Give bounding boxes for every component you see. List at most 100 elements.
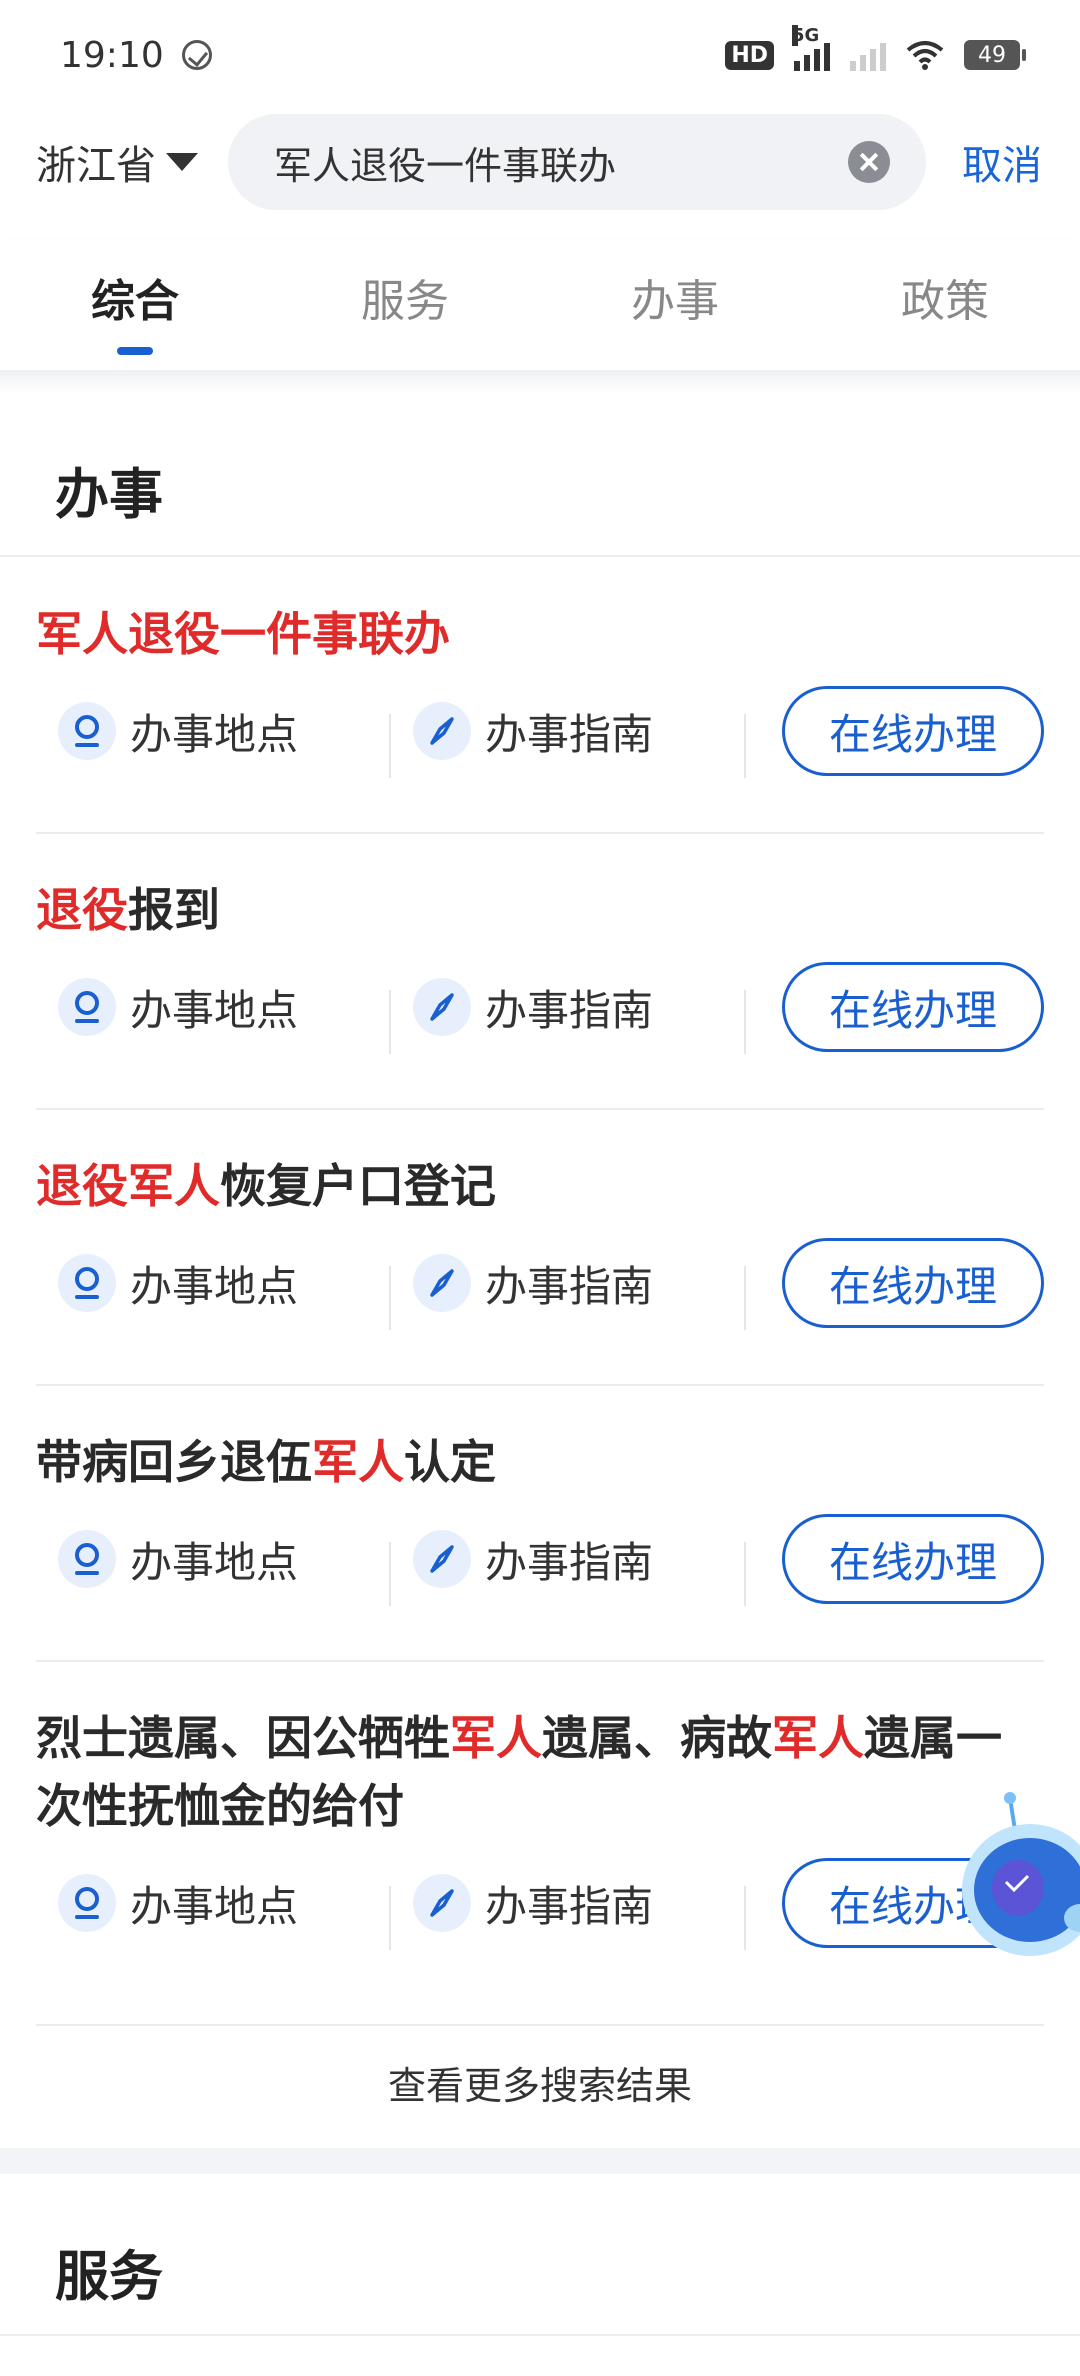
item-divider bbox=[36, 1660, 1044, 1662]
cancel-button[interactable]: 取消 bbox=[962, 133, 1042, 191]
location-link[interactable]: 办事地点 bbox=[36, 701, 391, 778]
location-pin-icon bbox=[58, 978, 116, 1036]
title-text: 遗属、病故 bbox=[542, 1711, 772, 1765]
location-label: 办事地点 bbox=[130, 1881, 299, 1931]
location-link[interactable]: 办事地点 bbox=[36, 1873, 391, 1950]
online-apply-button[interactable]: 在线办理 bbox=[782, 686, 1044, 776]
location-pin-icon bbox=[58, 1874, 116, 1932]
battery-icon: 49 bbox=[964, 40, 1026, 70]
signal-weak-icon bbox=[850, 39, 886, 71]
location-label: 办事地点 bbox=[130, 985, 299, 1035]
guide-label: 办事指南 bbox=[485, 985, 654, 1035]
location-pin-icon bbox=[58, 1530, 116, 1588]
section-divider bbox=[0, 555, 1080, 557]
title-keyword-highlight: 军人 bbox=[450, 1711, 542, 1765]
item-title[interactable]: 军人退役一件事联办 bbox=[36, 600, 1044, 668]
online-apply-button[interactable]: 在线办理 bbox=[782, 962, 1044, 1052]
section-gap bbox=[0, 2148, 1080, 2174]
action-divider bbox=[744, 1885, 746, 1950]
section-title-affairs: 办事 bbox=[55, 463, 163, 526]
assistant-robot-icon[interactable] bbox=[960, 1790, 1080, 1965]
location-label: 办事地点 bbox=[130, 709, 299, 759]
compass-icon bbox=[413, 978, 471, 1036]
caret-down-icon bbox=[166, 153, 198, 171]
item-title[interactable]: 退役军人恢复户口登记 bbox=[36, 1152, 1044, 1220]
action-divider bbox=[744, 713, 746, 778]
guide-label: 办事指南 bbox=[485, 1881, 654, 1931]
title-text: 报到 bbox=[128, 883, 220, 937]
guide-link[interactable]: 办事指南 bbox=[391, 977, 746, 1054]
list-item[interactable]: 带病回乡退伍军人认定 办事地点 办事指南 在线办理 bbox=[36, 1428, 1044, 1606]
hd-icon: HD bbox=[725, 40, 774, 70]
location-label: 办事地点 bbox=[130, 1261, 299, 1311]
compass-icon bbox=[413, 1254, 471, 1312]
online-apply-button[interactable]: 在线办理 bbox=[782, 1238, 1044, 1328]
title-text: 恢复户口登记 bbox=[220, 1159, 496, 1213]
guide-link[interactable]: 办事指南 bbox=[391, 1873, 746, 1950]
title-keyword-highlight: 军人 bbox=[312, 1435, 404, 1489]
tab-service[interactable]: 服务 bbox=[361, 255, 449, 355]
item-divider bbox=[36, 2024, 1044, 2026]
item-actions: 办事地点 办事指南 在线办理 bbox=[36, 1238, 1044, 1330]
guide-link[interactable]: 办事指南 bbox=[391, 1253, 746, 1330]
location-link[interactable]: 办事地点 bbox=[36, 1529, 391, 1606]
guide-label: 办事指南 bbox=[485, 709, 654, 759]
network-label: 5G bbox=[792, 25, 820, 46]
wifi-icon bbox=[906, 41, 944, 70]
province-label: 浙江省 bbox=[36, 143, 156, 189]
list-item[interactable]: 烈士遗属、因公牺牲军人遗属、病故军人遗属一次性抚恤金的给付 办事地点 办事指南 … bbox=[36, 1704, 1046, 1950]
location-label: 办事地点 bbox=[130, 1537, 299, 1587]
title-text: 烈士遗属、因公牺牲 bbox=[36, 1711, 450, 1765]
status-time: 19:10 bbox=[60, 34, 164, 76]
guide-label: 办事指南 bbox=[485, 1537, 654, 1587]
compass-icon bbox=[413, 1530, 471, 1588]
tab-bar: 综合 服务 办事 政策 bbox=[0, 240, 1080, 370]
action-divider bbox=[744, 1265, 746, 1330]
action-divider bbox=[744, 989, 746, 1054]
title-keyword-highlight: 退役 bbox=[36, 883, 128, 937]
compass-icon bbox=[413, 702, 471, 760]
title-keyword-highlight: 退役军人 bbox=[36, 1159, 220, 1213]
section-divider bbox=[0, 2334, 1080, 2336]
list-item[interactable]: 军人退役一件事联办 办事地点 办事指南 在线办理 bbox=[36, 600, 1044, 778]
tab-affairs[interactable]: 办事 bbox=[631, 255, 719, 355]
item-divider bbox=[36, 832, 1044, 834]
item-actions: 办事地点 办事指南 在线办理 bbox=[36, 686, 1044, 778]
item-title[interactable]: 烈士遗属、因公牺牲军人遗属、病故军人遗属一次性抚恤金的给付 bbox=[36, 1704, 1046, 1840]
list-item[interactable]: 退役军人恢复户口登记 办事地点 办事指南 在线办理 bbox=[36, 1152, 1044, 1330]
item-actions: 办事地点 办事指南 在线办理 bbox=[36, 962, 1044, 1054]
guide-label: 办事指南 bbox=[485, 1261, 654, 1311]
tab-shadow bbox=[0, 370, 1080, 392]
signal-5g-icon: 5G bbox=[792, 25, 830, 71]
status-bar: 19:10 HD 5G 49 bbox=[0, 0, 1080, 110]
title-text: 认定 bbox=[404, 1435, 496, 1489]
tab-general[interactable]: 综合 bbox=[91, 255, 179, 355]
tab-policy[interactable]: 政策 bbox=[901, 255, 989, 355]
status-icons: HD 5G 49 bbox=[725, 25, 1026, 71]
location-link[interactable]: 办事地点 bbox=[36, 977, 391, 1054]
title-keyword-highlight: 军人 bbox=[772, 1711, 864, 1765]
more-results-link[interactable]: 查看更多搜索结果 bbox=[0, 2055, 1080, 2110]
item-title[interactable]: 带病回乡退伍军人认定 bbox=[36, 1428, 1044, 1496]
list-item[interactable]: 退役报到 办事地点 办事指南 在线办理 bbox=[36, 876, 1044, 1054]
item-divider bbox=[36, 1384, 1044, 1386]
item-divider bbox=[36, 1108, 1044, 1110]
clear-icon[interactable] bbox=[848, 141, 890, 183]
check-circle-icon bbox=[181, 40, 212, 70]
location-pin-icon bbox=[58, 1254, 116, 1312]
battery-level: 49 bbox=[978, 42, 1006, 68]
action-divider bbox=[744, 1541, 746, 1606]
item-title[interactable]: 退役报到 bbox=[36, 876, 1044, 944]
guide-link[interactable]: 办事指南 bbox=[391, 1529, 746, 1606]
guide-link[interactable]: 办事指南 bbox=[391, 701, 746, 778]
online-apply-button[interactable]: 在线办理 bbox=[782, 1514, 1044, 1604]
item-actions: 办事地点 办事指南 在线办理 bbox=[36, 1858, 1044, 1950]
search-row: 浙江省 军人退役一件事联办 取消 bbox=[0, 112, 1080, 212]
province-selector[interactable]: 浙江省 bbox=[36, 133, 198, 191]
title-text: 带病回乡退伍 bbox=[36, 1435, 312, 1489]
search-input[interactable]: 军人退役一件事联办 bbox=[228, 114, 926, 210]
item-actions: 办事地点 办事指南 在线办理 bbox=[36, 1514, 1044, 1606]
location-link[interactable]: 办事地点 bbox=[36, 1253, 391, 1330]
search-query: 军人退役一件事联办 bbox=[274, 143, 617, 188]
location-pin-icon bbox=[58, 702, 116, 760]
